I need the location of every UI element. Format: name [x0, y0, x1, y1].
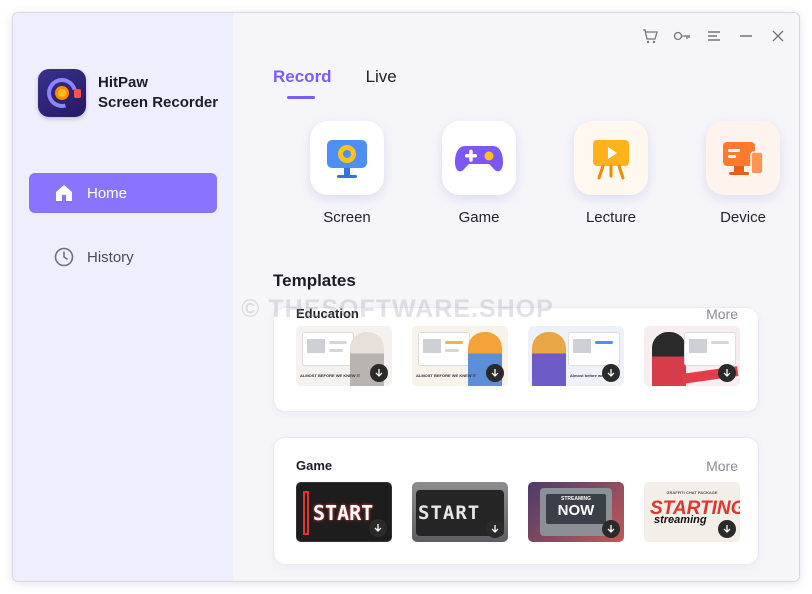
more-link[interactable]: More [706, 306, 738, 322]
gamepad-icon [442, 121, 516, 195]
template-caption: streaming [654, 514, 707, 526]
template-caption: NOW [557, 502, 595, 519]
sidebar-item-label: History [87, 248, 134, 266]
download-icon[interactable] [718, 364, 736, 382]
template-thumbnail[interactable]: STREAMING NOW [528, 482, 624, 542]
more-link[interactable]: More [706, 458, 738, 474]
brand: HitPaw Screen Recorder [38, 69, 218, 117]
template-category-game: Game More START START STREAMING NOW GRAF… [273, 437, 759, 565]
record-modes: Screen Game Lecture Device [281, 121, 799, 226]
hitpaw-logo-icon [38, 69, 86, 117]
template-caption: GRAFFITI CHAT PACKAGE [666, 490, 718, 495]
template-caption: ALMOST BEFORE WE KNEW IT WE HAD LEFT THE… [416, 373, 476, 378]
titlebar-controls [641, 27, 787, 45]
presentation-icon [574, 121, 648, 195]
template-thumbnails: START START STREAMING NOW GRAFFITI CHAT [296, 482, 740, 542]
template-thumbnails: ALMOST BEFORE WE KNEW IT WE HAD LEFT THE… [296, 326, 740, 386]
app-window: HitPaw Screen Recorder Home History Reco… [12, 12, 800, 582]
mode-game-button[interactable]: Game [413, 121, 545, 226]
template-caption: ALMOST BEFORE WE KNEW IT WE HAD LEFT THE… [300, 373, 360, 378]
templates-heading: Templates [273, 271, 356, 290]
category-header: Game More [296, 458, 738, 474]
download-icon[interactable] [718, 520, 736, 538]
template-thumbnail[interactable]: START [296, 482, 392, 542]
category-title: Game [296, 458, 333, 473]
template-thumbnail[interactable] [644, 326, 740, 386]
mode-screen-button[interactable]: Screen [281, 121, 413, 226]
template-thumbnail[interactable]: ALMOST BEFORE WE KNEW IT WE HAD LEFT THE… [296, 326, 392, 386]
app-name-line1: HitPaw [98, 74, 149, 91]
tab-record[interactable]: Record [273, 67, 332, 99]
mode-device-button[interactable]: Device [677, 121, 799, 226]
download-icon[interactable] [370, 364, 388, 382]
record-tabs: Record Live [273, 67, 397, 99]
watermark: © THESOFTWARE.SHOP [241, 295, 554, 323]
mode-label: Game [458, 209, 500, 226]
template-caption: START [418, 502, 481, 524]
key-icon[interactable] [673, 27, 691, 45]
tab-live[interactable]: Live [366, 67, 397, 99]
device-icon [706, 121, 780, 195]
mode-label: Device [720, 209, 766, 226]
mode-label: Lecture [585, 209, 637, 226]
mode-label: Screen [323, 209, 371, 226]
mode-lecture-button[interactable]: Lecture [545, 121, 677, 226]
sidebar-item-history[interactable]: History [29, 237, 217, 277]
clock-icon [53, 246, 75, 268]
download-icon[interactable] [602, 520, 620, 538]
download-icon[interactable] [602, 364, 620, 382]
template-thumbnail[interactable]: GRAFFITI CHAT PACKAGE STARTING streaming [644, 482, 740, 542]
download-icon[interactable] [369, 519, 387, 537]
close-icon[interactable] [769, 27, 787, 45]
template-caption: START [313, 501, 374, 525]
sidebar-item-home[interactable]: Home [29, 173, 217, 213]
monitor-icon [310, 121, 384, 195]
template-thumbnail[interactable]: ALMOST BEFORE WE KNEW IT WE HAD LEFT THE… [412, 326, 508, 386]
minimize-icon[interactable] [737, 27, 755, 45]
app-name-line2: Screen Recorder [98, 94, 219, 111]
home-icon [53, 182, 75, 204]
main-panel: Record Live Screen Game Lecture Device T… [233, 13, 799, 581]
menu-icon[interactable] [705, 27, 723, 45]
cart-icon[interactable] [641, 27, 659, 45]
sidebar-item-label: Home [87, 184, 128, 202]
sidebar: HitPaw Screen Recorder Home History [13, 13, 233, 581]
template-thumbnail[interactable]: Almost before we knew it we had left the… [528, 326, 624, 386]
download-icon[interactable] [486, 520, 504, 538]
download-icon[interactable] [486, 364, 504, 382]
template-thumbnail[interactable]: START [412, 482, 508, 542]
app-name: HitPaw Screen Recorder [98, 73, 218, 113]
